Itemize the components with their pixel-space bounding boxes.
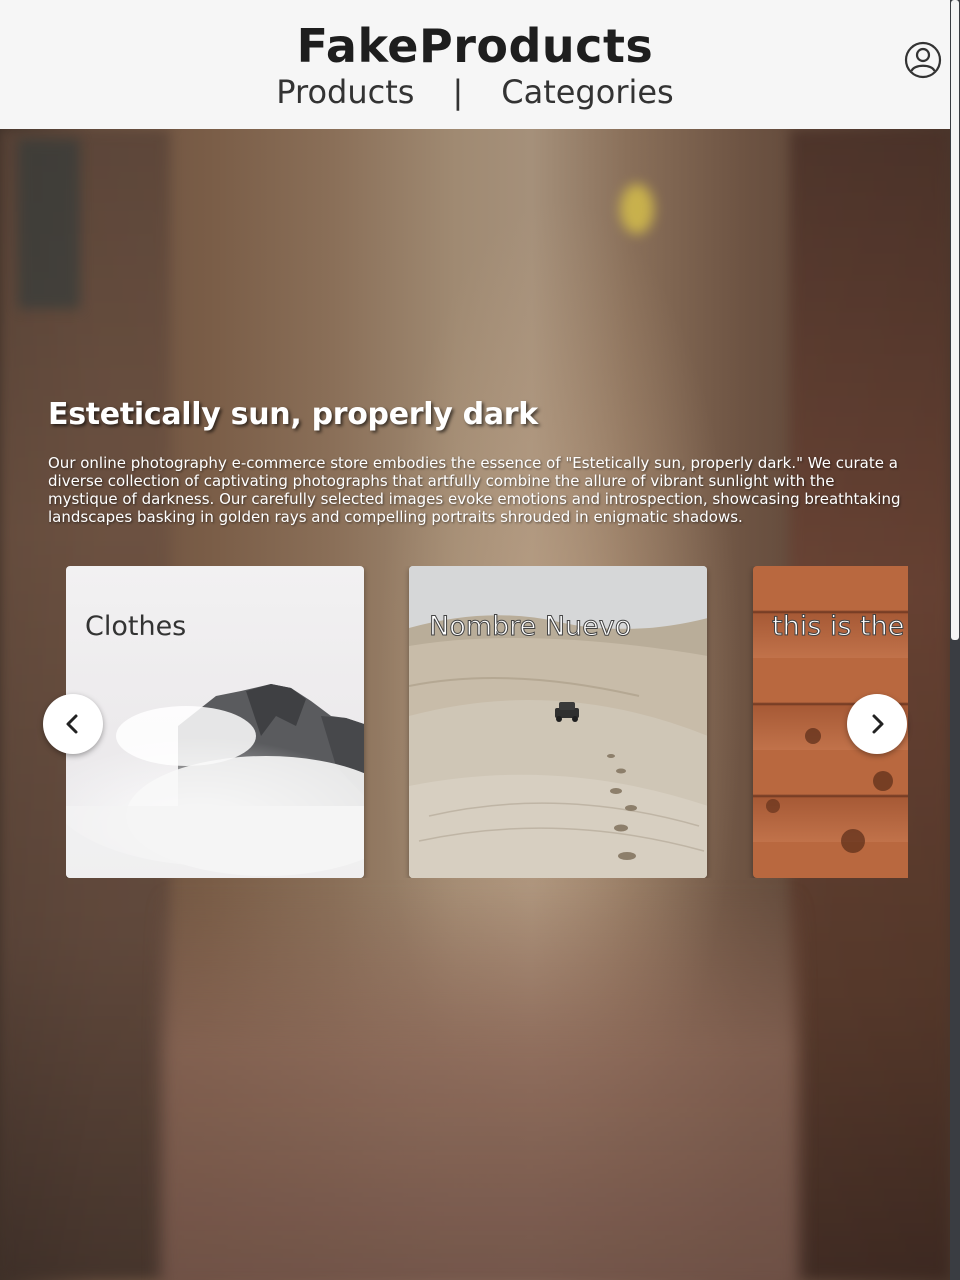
category-card-title: Nombre Nuevo xyxy=(428,611,632,643)
main-nav: Products | Categories xyxy=(0,72,950,112)
nav-separator: | xyxy=(452,73,464,111)
bg-alley-floor xyxy=(160,889,800,1280)
bg-window xyxy=(18,139,80,309)
carousel-next-button[interactable] xyxy=(847,694,907,754)
bg-lamp xyxy=(620,184,654,234)
page-scrollbar[interactable] xyxy=(950,0,960,1280)
hero-title: Estetically sun, properly dark xyxy=(48,397,538,432)
nav-categories-link[interactable]: Categories xyxy=(501,73,673,111)
nav-products-link[interactable]: Products xyxy=(276,73,414,111)
category-card-title: Clothes xyxy=(85,611,187,642)
chevron-right-icon xyxy=(872,714,884,734)
brand-logo[interactable]: FakeProducts xyxy=(0,18,950,74)
page: FakeProducts Products | Categories Estetic… xyxy=(0,0,960,1280)
user-circle-icon[interactable] xyxy=(903,40,943,80)
category-card-nombre-nuevo[interactable]: Nombre Nuevo xyxy=(409,566,707,878)
carousel-prev-button[interactable] xyxy=(43,694,103,754)
hero-description: Our online photography e-commerce store … xyxy=(48,454,901,526)
chevron-left-icon xyxy=(66,714,78,734)
category-card-title: this is the xyxy=(771,611,905,643)
scrollbar-thumb[interactable] xyxy=(951,0,959,640)
site-header: FakeProducts Products | Categories xyxy=(0,0,950,129)
category-card-clothes[interactable]: Clothes xyxy=(66,566,364,878)
category-carousel: Clothes Nombre Nuevo this is the xyxy=(66,566,908,878)
